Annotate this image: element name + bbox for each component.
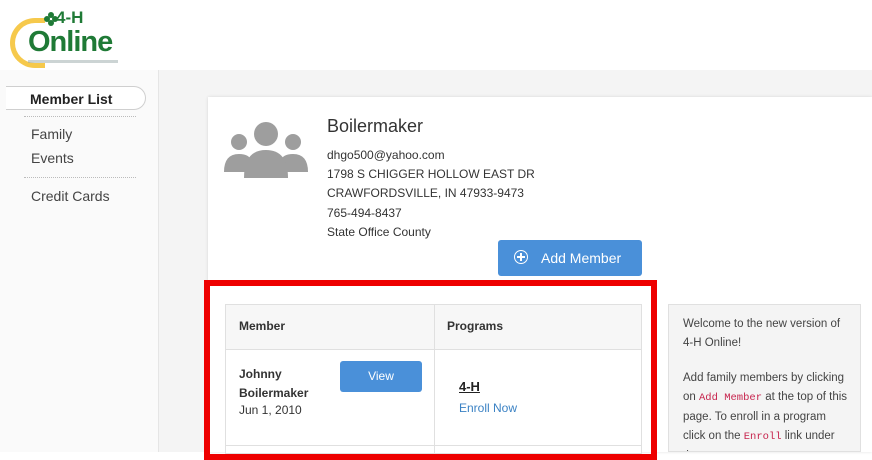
- family-email: dhgo500@yahoo.com: [327, 148, 445, 162]
- sidebar-item-events[interactable]: Events: [31, 150, 74, 166]
- sidebar-item-family[interactable]: Family: [31, 126, 72, 142]
- sidebar-item-credit-cards[interactable]: Credit Cards: [31, 188, 110, 204]
- welcome-info-box: Welcome to the new version of 4-H Online…: [668, 304, 861, 452]
- add-member-label: Add Member: [541, 250, 622, 266]
- enroll-code: Enroll: [743, 431, 782, 443]
- sidebar-divider: [24, 116, 136, 117]
- plus-circle-icon: [514, 250, 528, 264]
- add-family-instructions: Add family members by clicking on Add Me…: [683, 372, 848, 451]
- family-address-line1: 1798 S CHIGGER HOLLOW EAST DR: [327, 167, 535, 181]
- 4h-online-logo[interactable]: 4-H Online: [6, 8, 118, 68]
- add-member-button[interactable]: Add Member: [498, 240, 642, 276]
- family-address-line2: CRAWFORDSVILLE, IN 47933-9473: [327, 186, 524, 200]
- add-member-code: Add Member: [699, 392, 763, 404]
- sidebar-item-member-list[interactable]: Member List: [6, 86, 146, 110]
- family-county: State Office County: [327, 225, 431, 239]
- header: 4-H Online: [0, 0, 872, 70]
- family-phone: 765-494-8437: [327, 206, 402, 220]
- logo-tagline: [28, 60, 118, 63]
- sidebar-divider: [24, 177, 136, 178]
- family-name: Boilermaker: [327, 116, 424, 136]
- logo-top-text: 4-H: [56, 8, 84, 27]
- family-group-icon: [224, 122, 308, 178]
- welcome-text: Welcome to the new version of 4-H Online…: [683, 318, 841, 349]
- logo-main-text: Online: [28, 26, 113, 58]
- red-highlight-box: [204, 280, 657, 460]
- sidebar: Member List Family Events Credit Cards: [0, 70, 159, 452]
